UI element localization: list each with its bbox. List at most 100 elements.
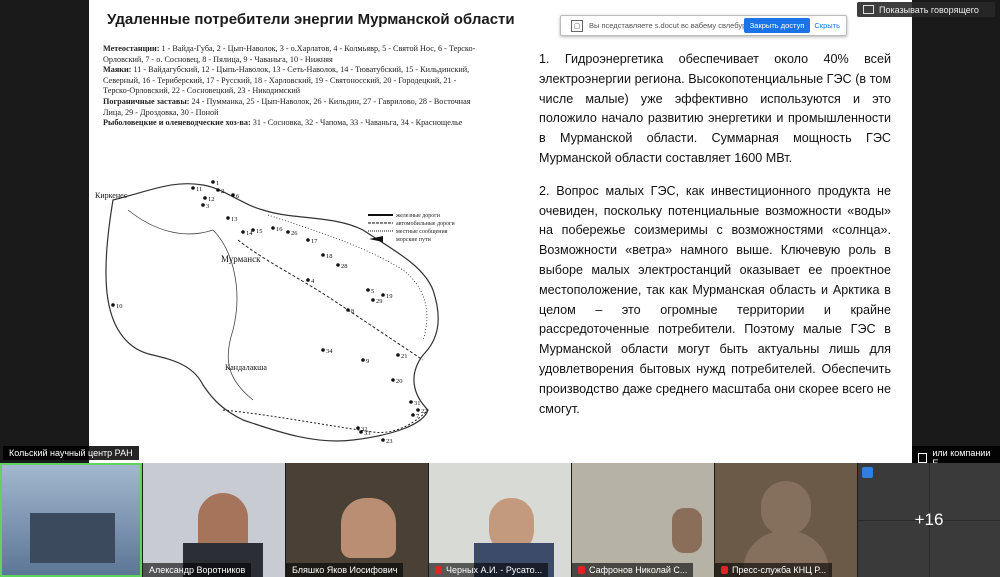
svg-text:местные сообщения: местные сообщения <box>396 228 448 235</box>
map-point-label: 7 <box>416 413 420 420</box>
map-point-marker <box>411 413 415 417</box>
map-point-label: 10 <box>116 303 123 310</box>
paragraph-2: 2. Вопрос малых ГЭС, как инвестиционного… <box>539 183 891 416</box>
slide-title: Удаленные потребители энергии Мурманской… <box>107 11 515 28</box>
label-murmansk: Мурманск <box>221 254 261 264</box>
map-point-label: 2 <box>221 188 224 195</box>
map-point-label: 19 <box>386 293 393 300</box>
stop-sharing-button[interactable]: Закрыть доступ <box>743 18 811 33</box>
map-point-marker <box>356 426 360 430</box>
share-screen-icon: ▢ <box>571 19 583 32</box>
map-point-marker <box>346 308 350 312</box>
map-point-label: 26 <box>291 230 298 237</box>
speaker-view-icon <box>863 5 874 14</box>
map-point-label: 9 <box>366 358 369 365</box>
sea-route <box>222 409 429 434</box>
participant-name: Бляшко Яков Иосифович <box>286 563 404 577</box>
map-point-label: 4 <box>311 278 315 285</box>
map-point-marker <box>241 230 245 234</box>
map-point-marker <box>371 298 375 302</box>
map-point-label: 15 <box>256 228 263 235</box>
map-symbol-legend: железные дороги автомобильные дороги мес… <box>368 213 455 243</box>
map-point-label: 21 <box>401 353 408 360</box>
svg-text:железные дороги: железные дороги <box>395 213 441 219</box>
presenter-name-label: Кольский научный центр РАН <box>3 446 139 460</box>
participant-name: Сафронов Николай С... <box>572 563 694 577</box>
map-point-label: 17 <box>311 238 318 245</box>
map-legend-text: Метеостанции: 1 - Вайда-Губа, 2 - Цып-На… <box>103 44 483 129</box>
map-point-label: 16 <box>276 226 283 233</box>
map-point-marker <box>231 193 235 197</box>
muted-mic-icon <box>435 566 442 574</box>
show-speaker-label: Показывать говорящего <box>879 4 979 15</box>
map-point-label: 31 <box>414 400 421 407</box>
participant-tile-3[interactable]: Бляшко Яков Иосифович <box>286 463 428 577</box>
map-point-marker <box>226 216 230 220</box>
map-point-label: 22 <box>421 408 428 415</box>
map-point-label: 18 <box>326 253 333 260</box>
participant-tile-2[interactable]: Александр Воротников <box>143 463 285 577</box>
map-point-marker <box>286 230 290 234</box>
hide-share-bar-button[interactable]: Скрыть <box>814 21 840 30</box>
participant-tile-4[interactable]: Черных А.И. - Русато... <box>429 463 571 577</box>
legend-line-meteo: Метеостанции: 1 - Вайда-Губа, 2 - Цып-На… <box>103 44 476 64</box>
map-point-label: 13 <box>231 216 238 223</box>
map-point-label: 32 <box>361 426 368 433</box>
map-point-marker <box>191 186 195 190</box>
muted-mic-icon <box>721 566 728 574</box>
participant-tile-5[interactable]: Сафронов Николай С... <box>572 463 714 577</box>
map-point-marker <box>361 358 365 362</box>
map-point-label: 5 <box>371 288 374 295</box>
coastline <box>105 183 439 442</box>
share-bar-text: Вы пседставляете s.docut вс вабему свлеб… <box>589 21 744 30</box>
map-point-label: 6 <box>236 193 240 200</box>
map-point-label: 29 <box>376 298 383 305</box>
map-point-label: 20 <box>396 378 403 385</box>
screen-icon <box>918 453 928 463</box>
presentation-slide: Удаленные потребители энергии Мурманской… <box>89 0 912 463</box>
map-point-marker <box>251 228 255 232</box>
map-point-marker <box>271 226 275 230</box>
map-point-label: 11 <box>196 186 202 193</box>
label-kirkenes: Киркенес <box>95 191 128 200</box>
label-kandalaksha: Кандалакша <box>225 363 267 372</box>
map-point-label: 3 <box>206 203 209 210</box>
map-point-label: 28 <box>341 263 348 270</box>
map-point-marker <box>366 288 370 292</box>
map-point-marker <box>306 238 310 242</box>
shared-screen: Удаленные потребители энергии Мурманской… <box>0 0 1000 470</box>
map-point-marker <box>216 188 220 192</box>
muted-mic-icon <box>578 566 585 574</box>
participant-name: Александр Воротников <box>143 563 252 577</box>
more-participants-tile[interactable]: +16 <box>858 463 1000 577</box>
map-point-marker <box>211 180 215 184</box>
map-points: 1121314 15 1626171828451929810934212031227… <box>111 180 428 445</box>
more-participants-count: +16 <box>914 510 944 529</box>
map-point-label: 8 <box>351 308 354 315</box>
participant-name: Черных А.И. - Русато... <box>429 563 549 577</box>
map-point-marker <box>201 203 205 207</box>
map-point-marker <box>111 303 115 307</box>
slide-body-text: 1. Гидроэнергетика обеспечивает около 40… <box>539 50 891 432</box>
paragraph-1: 1. Гидроэнергетика обеспечивает около 40… <box>539 52 891 165</box>
screen-share-bar: ▢ Вы пседставляете s.docut вс вабему свл… <box>560 15 847 36</box>
participant-name: Пресс-служба КНЦ Р... <box>715 563 833 577</box>
active-speaker-border <box>0 463 142 577</box>
participant-tile-6[interactable]: Пресс-служба КНЦ Р... <box>715 463 857 577</box>
legend-line-farms: Рыболовецкие и оленеводческие хоз-ва: 31… <box>103 118 463 128</box>
map-point-label: 34 <box>326 348 333 355</box>
map-point-marker <box>306 278 310 282</box>
map-point-marker <box>409 400 413 404</box>
map-point-label: 1 <box>216 180 219 187</box>
map-point-marker <box>321 348 325 352</box>
map-point-marker <box>396 353 400 357</box>
map-point-marker <box>416 408 420 412</box>
legend-line-border: Пограничные заставы: 24 - Пумманка, 25 -… <box>103 96 471 117</box>
map-point-marker <box>336 263 340 267</box>
participant-tile-1[interactable] <box>0 463 142 577</box>
map-point-label: 23 <box>386 438 393 445</box>
map-point-label: 12 <box>208 196 215 203</box>
map-point-marker <box>203 196 207 200</box>
map-point-marker <box>321 253 325 257</box>
show-speaker-button[interactable]: Показывать говорящего <box>857 2 995 17</box>
